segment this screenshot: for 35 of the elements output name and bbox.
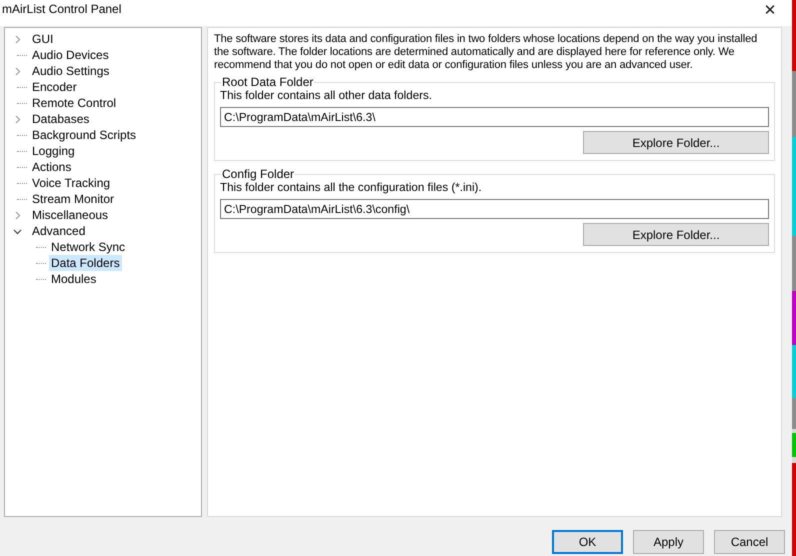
- tree-item[interactable]: Advanced: [30, 223, 88, 239]
- tree-item[interactable]: Logging: [30, 143, 77, 159]
- tree-item[interactable]: Voice Tracking: [30, 175, 112, 191]
- dialog-button[interactable]: OK: [552, 530, 623, 554]
- chevron-right-icon[interactable]: [13, 210, 22, 220]
- close-button[interactable]: ✕: [750, 0, 790, 23]
- group-title: Config Folder: [221, 167, 296, 181]
- folder-path-field[interactable]: C:\ProgramData\mAirList\6.3\config\: [220, 199, 769, 219]
- tree-item[interactable]: Stream Monitor: [30, 191, 116, 207]
- tree-item[interactable]: Remote Control: [30, 95, 118, 111]
- group-title: Root Data Folder: [221, 75, 314, 89]
- chevron-right-icon[interactable]: [13, 66, 22, 76]
- explore-folder-button[interactable]: Explore Folder...: [583, 223, 769, 246]
- tree-item[interactable]: Audio Devices: [30, 47, 111, 63]
- tree-item[interactable]: Encoder: [30, 79, 79, 95]
- group-description: This folder contains all other data folders.: [220, 89, 434, 102]
- chevron-right-icon[interactable]: [13, 114, 22, 124]
- folder-path-field[interactable]: C:\ProgramData\mAirList\6.3\: [220, 107, 769, 127]
- chevron-down-icon[interactable]: [13, 226, 22, 236]
- tree-item[interactable]: Data Folders: [49, 255, 122, 271]
- tree-item[interactable]: Miscellaneous: [30, 207, 110, 223]
- explore-folder-button[interactable]: Explore Folder...: [583, 131, 769, 154]
- dialog-button[interactable]: Apply: [633, 530, 704, 554]
- group-description: This folder contains all the configuration files (*.ini).: [220, 181, 483, 194]
- tree-item[interactable]: Actions: [30, 159, 74, 175]
- tree-item[interactable]: Network Sync: [49, 239, 128, 255]
- tree-item[interactable]: Databases: [30, 111, 92, 127]
- tree-item[interactable]: Background Scripts: [30, 127, 138, 143]
- tree-item[interactable]: Audio Settings: [30, 63, 112, 79]
- tree-item[interactable]: Modules: [49, 271, 98, 287]
- chevron-right-icon[interactable]: [13, 34, 22, 44]
- window-title: mAirList Control Panel: [1, 2, 122, 16]
- tree-item[interactable]: GUI: [30, 31, 56, 47]
- dialog-button[interactable]: Cancel: [714, 530, 785, 554]
- intro-text: The software stores its data and configuration files in two folders whose locations depend on the way you installed the software. The folder locations are determined automatically and are displayed here for reference only. We recommend that you do not open or edit data or configuration files unless you are an advanced user.: [214, 33, 758, 72]
